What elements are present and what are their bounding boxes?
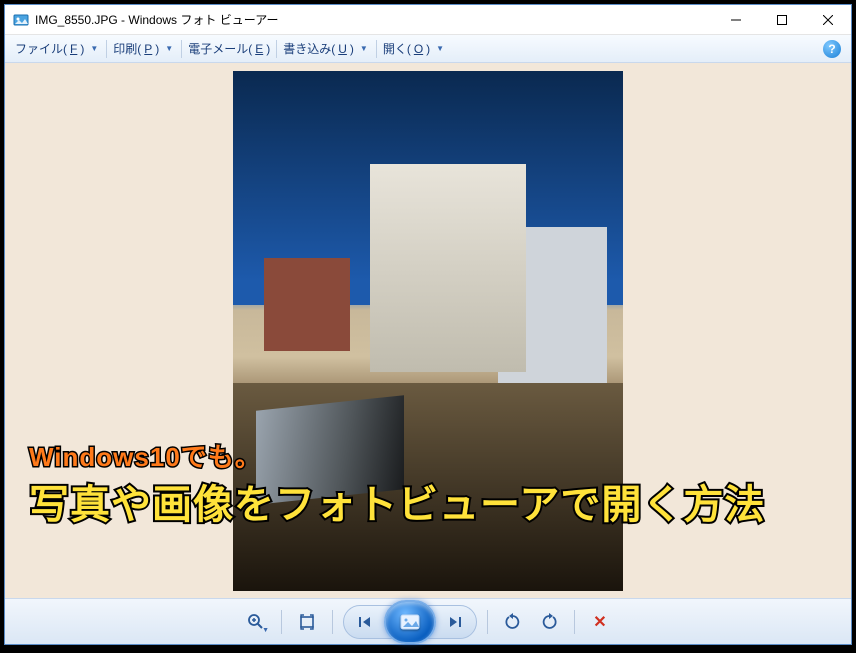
photo-viewer-window: IMG_8550.JPG - Windows フォト ビューアー ファイル(F)… [4, 4, 852, 645]
window-title: IMG_8550.JPG - Windows フォト ビューアー [35, 11, 713, 28]
bottom-toolbar: ▼ ✕ [5, 598, 851, 644]
window-controls [713, 5, 851, 34]
image-viewport: Windows10でも。 写真や画像をフォトビューアで開く方法 [5, 63, 851, 598]
menu-print-dropdown-icon[interactable]: ▼ [163, 44, 179, 53]
fit-button[interactable] [292, 608, 322, 636]
menu-burn[interactable]: 書き込み(U) [279, 37, 358, 60]
close-button[interactable] [805, 5, 851, 35]
menu-email[interactable]: 電子メール(E) [184, 37, 274, 60]
previous-button[interactable] [348, 607, 382, 637]
titlebar: IMG_8550.JPG - Windows フォト ビューアー [5, 5, 851, 35]
app-icon [13, 12, 29, 28]
delete-button[interactable]: ✕ [585, 608, 615, 636]
menu-burn-dropdown-icon[interactable]: ▼ [358, 44, 374, 53]
menu-print[interactable]: 印刷(P) [109, 37, 163, 60]
menu-separator [276, 40, 277, 58]
menu-open[interactable]: 開く(O) [379, 37, 434, 60]
menu-separator [376, 40, 377, 58]
toolbar-separator [332, 610, 333, 634]
next-button[interactable] [438, 607, 472, 637]
menu-separator [181, 40, 182, 58]
maximize-button[interactable] [759, 5, 805, 35]
menu-separator [106, 40, 107, 58]
nav-group [343, 605, 477, 639]
slideshow-button[interactable] [384, 600, 436, 644]
rotate-ccw-button[interactable] [498, 608, 528, 636]
rotate-cw-button[interactable] [534, 608, 564, 636]
help-icon[interactable]: ? [823, 40, 841, 58]
menu-open-dropdown-icon[interactable]: ▼ [434, 44, 450, 53]
delete-icon: ✕ [593, 612, 606, 632]
toolbar-separator [574, 610, 575, 634]
zoom-dropdown-icon: ▼ [262, 627, 269, 634]
minimize-button[interactable] [713, 5, 759, 35]
toolbar-separator [281, 610, 282, 634]
menu-file-dropdown-icon[interactable]: ▼ [88, 44, 104, 53]
menubar: ファイル(F)▼ 印刷(P)▼ 電子メール(E) 書き込み(U)▼ 開く(O)▼… [5, 35, 851, 63]
zoom-button[interactable]: ▼ [241, 608, 271, 636]
displayed-image [233, 71, 623, 591]
menu-file[interactable]: ファイル(F) [11, 37, 88, 60]
toolbar-separator [487, 610, 488, 634]
